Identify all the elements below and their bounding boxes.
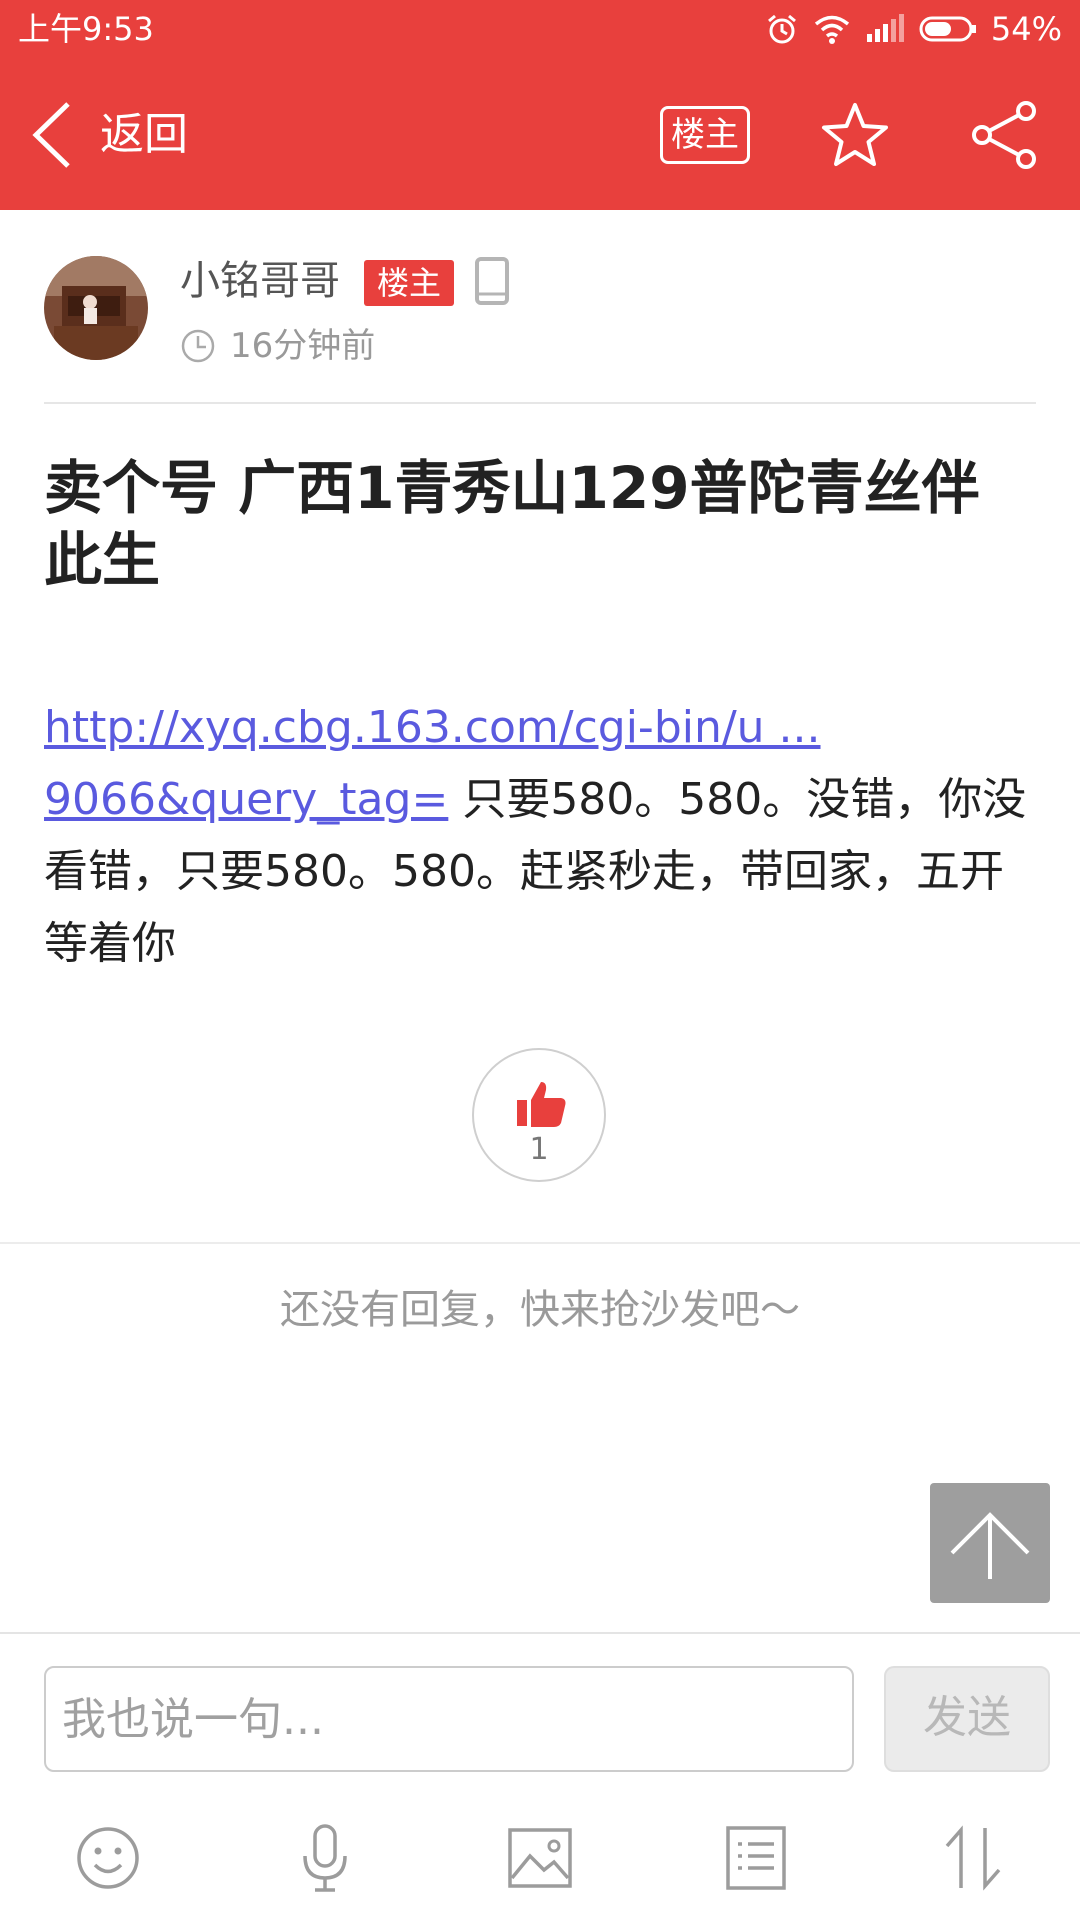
owner-only-button[interactable]: 楼主	[660, 106, 750, 164]
divider	[44, 402, 1036, 404]
empty-replies-message: 还没有回复，快来抢沙发吧～	[280, 1287, 800, 1333]
reply-bar: 发送	[0, 1632, 1080, 1920]
signal-icon	[866, 14, 904, 42]
avatar[interactable]	[44, 256, 148, 360]
post-link[interactable]: http://xyq.cbg.163.com/cgi-bin/u ...	[44, 702, 821, 753]
reply-toolbar	[0, 1808, 1080, 1908]
post-time: 16分钟前	[180, 326, 375, 366]
arrow-up-icon	[950, 1512, 1030, 1579]
emoji-icon[interactable]	[68, 1818, 148, 1898]
status-time: 上午9:53	[18, 10, 154, 48]
post-time-label: 16分钟前	[230, 326, 376, 366]
post-body: http://xyq.cbg.163.com/cgi-bin/u ... 906…	[44, 692, 1034, 980]
microphone-icon[interactable]	[285, 1818, 365, 1898]
post-link-continued[interactable]: 9066&query_tag=	[44, 774, 448, 825]
share-icon[interactable]	[970, 100, 1040, 170]
like-button[interactable]: 1	[472, 1048, 606, 1182]
reply-input[interactable]	[44, 1666, 854, 1772]
like-count: 1	[529, 1132, 549, 1167]
star-icon[interactable]	[820, 100, 890, 170]
top-bar: 返回 楼主	[0, 58, 1080, 210]
thumbs-up-icon	[517, 1082, 566, 1127]
battery-percent: 54%	[990, 10, 1062, 48]
alarm-icon	[767, 14, 796, 44]
status-icons: 54%	[765, 8, 1062, 50]
mobile-icon	[475, 257, 509, 305]
image-icon[interactable]	[500, 1818, 580, 1898]
divider	[0, 1242, 1080, 1244]
back-button[interactable]: 返回	[30, 98, 188, 172]
author-name[interactable]: 小铭哥哥	[180, 256, 340, 306]
owner-badge: 楼主	[364, 260, 454, 306]
back-to-top-button[interactable]	[930, 1483, 1050, 1603]
chevron-left-icon	[32, 102, 70, 168]
sort-icon[interactable]	[933, 1818, 1013, 1898]
wifi-icon	[814, 15, 849, 44]
clock-icon	[181, 329, 215, 363]
send-button[interactable]: 发送	[884, 1666, 1050, 1772]
back-label: 返回	[100, 109, 188, 160]
status-bar: 上午9:53 54%	[0, 0, 1080, 58]
author-section: 小铭哥哥 楼主 16分钟前	[0, 210, 1080, 404]
battery-icon	[919, 16, 976, 42]
post-title: 卖个号 广西1青秀山129普陀青丝伴此生	[44, 454, 980, 594]
list-icon[interactable]	[716, 1818, 796, 1898]
